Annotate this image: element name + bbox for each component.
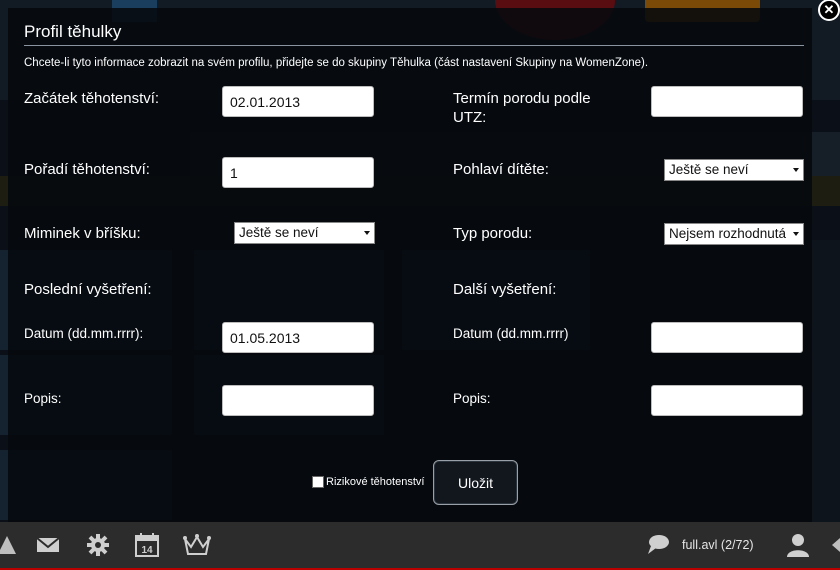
next-exam-desc-field[interactable] — [651, 385, 803, 416]
pregnancy-order-label: Pořadí těhotenství: — [24, 161, 150, 178]
chevron-down-icon — [793, 168, 799, 172]
last-exam-label: Poslední vyšetření: — [24, 281, 152, 298]
triangle-icon[interactable] — [0, 532, 20, 558]
last-exam-date-label: Datum (dd.mm.rrrr): — [24, 326, 144, 341]
next-exam-date-field[interactable] — [651, 322, 803, 353]
save-button[interactable]: Uložit — [433, 460, 518, 505]
last-exam-date-field[interactable] — [222, 322, 374, 353]
babies-count-select[interactable]: Ještě se neví — [234, 222, 375, 244]
user-status: full.avl (2/72) — [682, 538, 754, 552]
babies-count-label: Miminek v bříšku: — [24, 225, 141, 242]
last-exam-desc-label: Popis: — [24, 391, 62, 406]
pregnancy-start-field[interactable] — [222, 86, 374, 117]
calendar-icon[interactable]: 14 — [134, 532, 160, 558]
babies-count-value: Ještě se neví — [239, 225, 319, 240]
chevron-down-icon — [364, 231, 370, 235]
baby-sex-select[interactable]: Ještě se neví — [664, 159, 804, 181]
pregnancy-start-label: Začátek těhotenství: — [24, 90, 160, 107]
birth-type-select[interactable]: Nejsem rozhodnutá — [664, 223, 804, 245]
risk-pregnancy-checkbox[interactable] — [312, 476, 324, 488]
due-date-field[interactable] — [651, 86, 803, 117]
expand-icon[interactable] — [828, 532, 840, 558]
birth-type-label: Typ porodu: — [453, 225, 533, 242]
last-exam-desc-field[interactable] — [222, 385, 374, 416]
chevron-down-icon — [793, 232, 799, 236]
chat-icon[interactable] — [645, 532, 671, 558]
crown-icon[interactable] — [182, 532, 212, 558]
due-date-label: Termín porodu podle UTZ: — [453, 90, 591, 126]
birth-type-value: Nejsem rozhodnutá — [669, 226, 787, 241]
next-exam-date-label: Datum (dd.mm.rrrr) — [453, 326, 569, 341]
baby-sex-value: Ještě se neví — [669, 162, 749, 177]
baby-sex-label: Pohlaví dítěte: — [453, 161, 549, 178]
close-icon[interactable]: ✕ — [818, 0, 840, 21]
risk-pregnancy-option[interactable]: Rizikové těhotenství — [312, 476, 424, 488]
info-text: Chcete-li tyto informace zobrazit na své… — [24, 57, 649, 69]
next-exam-desc-label: Popis: — [453, 391, 491, 406]
user-icon[interactable] — [785, 532, 811, 558]
pregnancy-order-field[interactable] — [222, 157, 374, 188]
risk-pregnancy-label: Rizikové těhotenství — [326, 476, 425, 488]
calendar-day: 14 — [141, 545, 153, 556]
gear-icon[interactable] — [85, 532, 111, 558]
profile-modal: Profil těhulky Chcete-li tyto informace … — [8, 8, 812, 522]
mail-icon[interactable] — [35, 532, 61, 558]
title-divider — [24, 45, 804, 46]
next-exam-label: Další vyšetření: — [453, 281, 557, 298]
modal-title: Profil těhulky — [24, 22, 122, 41]
